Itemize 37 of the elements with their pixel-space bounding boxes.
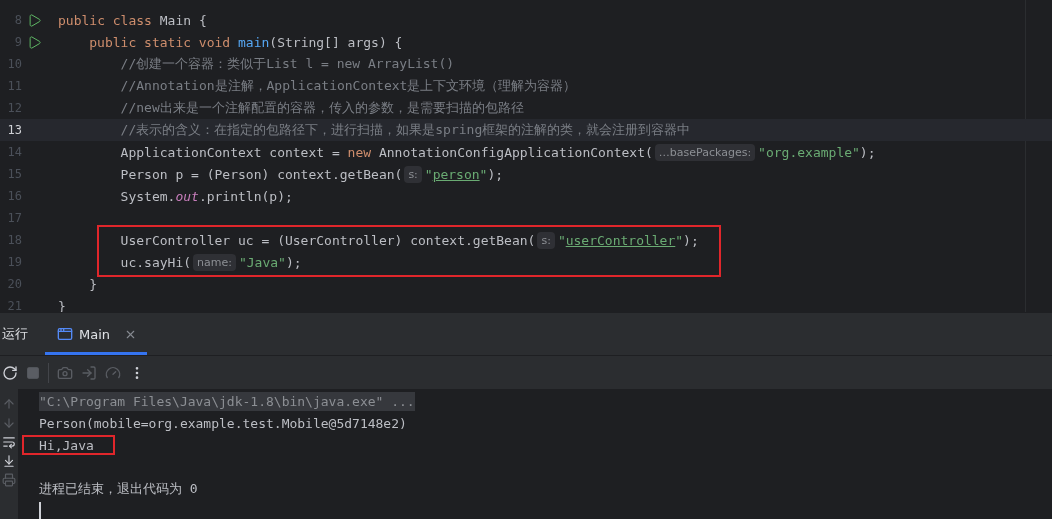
parameter-hint: s: — [404, 165, 422, 183]
parameter-hint: s: — [537, 231, 555, 249]
parameter-hint: name: — [193, 253, 236, 271]
code-text: Person p = (Person) context.getBean( — [120, 166, 403, 182]
code-text: ApplicationContext context = new AnnotationConfigApplicationContext( — [120, 144, 653, 160]
parameter-hint: …basePackages: — [654, 143, 756, 161]
text-cursor — [39, 502, 41, 519]
code-editor[interactable] — [0, 0, 1052, 312]
code-text: System.out.println(p); — [120, 188, 293, 204]
run-icon[interactable] — [27, 34, 42, 50]
console-line: Hi,Java — [39, 436, 94, 455]
print-icon[interactable] — [2, 473, 16, 487]
code-text: "userController"); — [557, 232, 699, 248]
code-text: //表示的含义：在指定的包路径下，进行扫描，如果是spring框架的注解的类，就会注册到容器中 — [120, 121, 691, 139]
console-line: 进程已结束，退出代码为 0 — [39, 480, 198, 498]
stop-icon[interactable] — [26, 365, 40, 380]
code-text: "org.example"); — [758, 144, 876, 160]
code-text: } — [89, 276, 98, 292]
code-text: } — [58, 298, 66, 312]
run-icon[interactable] — [27, 12, 42, 28]
exit-icon[interactable] — [81, 364, 97, 381]
console-line: Person(mobile=org.example.test.Mobile@5d7148e2) — [39, 414, 407, 433]
scroll-to-end-icon[interactable] — [2, 454, 16, 468]
soft-wrap-icon[interactable] — [2, 435, 16, 449]
rerun-icon[interactable] — [2, 364, 18, 381]
gauge-icon[interactable] — [105, 364, 121, 381]
code-text: public class Main { — [58, 12, 207, 28]
code-text: UserController uc = (UserController) context.getBean( — [120, 232, 536, 248]
code-text: "Java"); — [238, 254, 302, 270]
camera-icon[interactable] — [57, 364, 73, 381]
line-number: 13 — [6, 123, 22, 137]
code-text: uc.sayHi( — [120, 254, 192, 270]
window-icon — [57, 326, 73, 342]
code-text: "person"); — [424, 166, 504, 182]
code-text: //Annotation是注解，ApplicationContext是上下文环境（理解为容器） — [120, 77, 577, 95]
code-text: public static void main(String[] args) { — [89, 34, 403, 50]
tool-window-title: 运行 — [2, 325, 28, 343]
